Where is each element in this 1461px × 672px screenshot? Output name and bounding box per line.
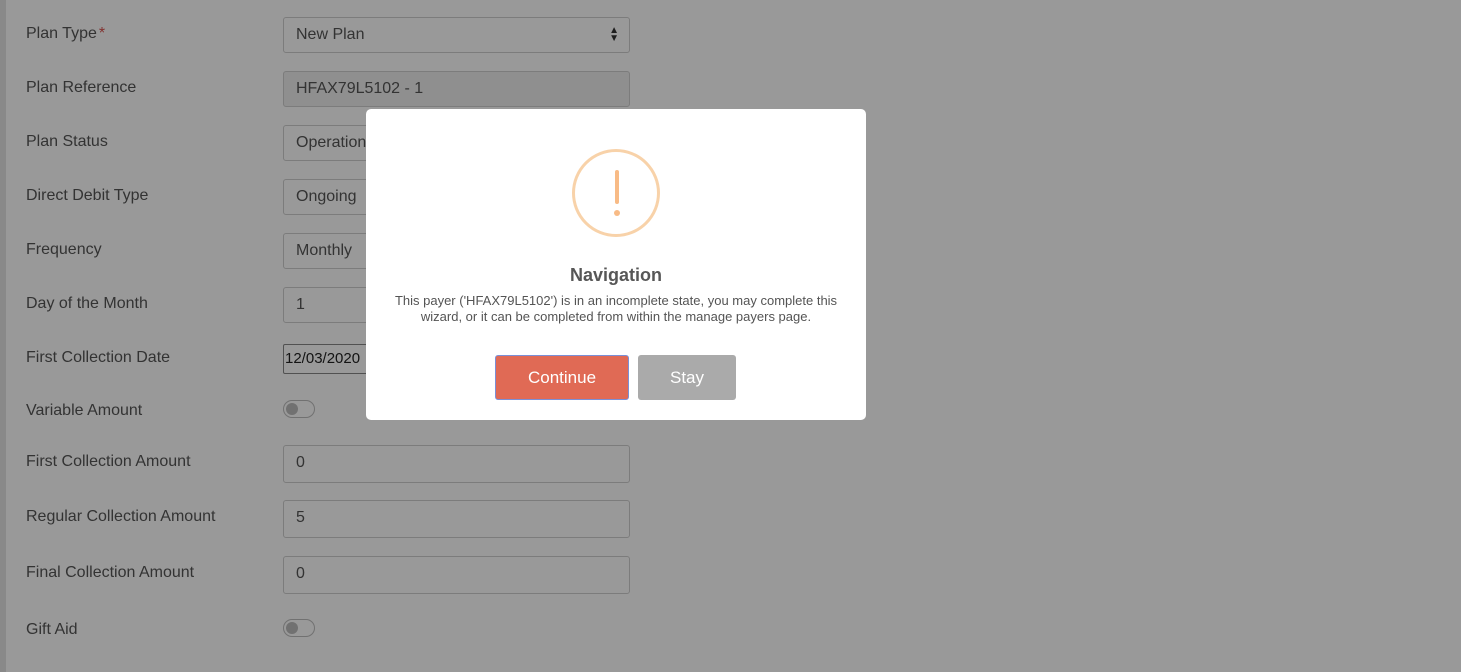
continue-button[interactable]: Continue [495,355,629,400]
stay-button[interactable]: Stay [638,355,736,400]
navigation-dialog: Navigation This payer ('HFAX79L5102') is… [366,109,866,420]
dialog-title: Navigation [569,265,662,285]
exclamation-dot [614,210,620,216]
exclamation-warning-icon [572,149,660,237]
dialog-message: This payer ('HFAX79L5102') is in an inco… [394,293,838,324]
exclamation-bar [615,170,619,204]
